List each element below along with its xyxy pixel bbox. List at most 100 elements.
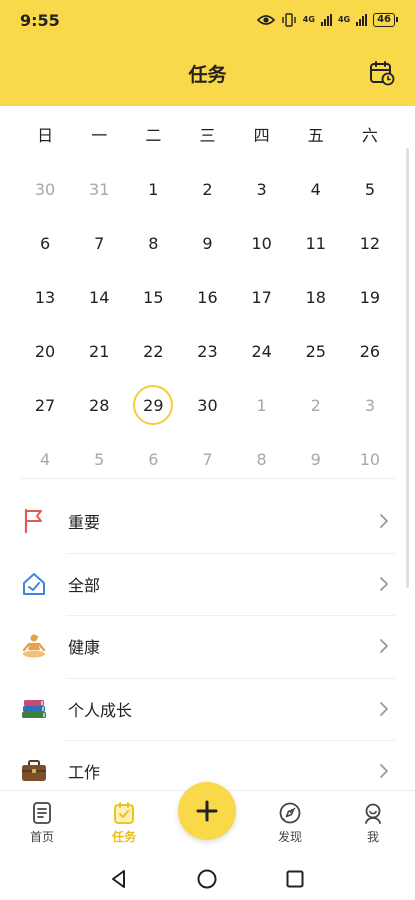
calendar-day[interactable]: 3 [235,162,289,216]
chevron-right-icon [380,701,388,716]
calendar-day[interactable]: 5 [343,162,397,216]
calendar-day[interactable]: 20 [18,324,72,378]
weekday-row: 日一二三四五六 [18,106,397,162]
calendar-day[interactable]: 24 [235,324,289,378]
calendar-day[interactable]: 1 [126,162,180,216]
calendar-day[interactable]: 2 [289,378,343,432]
calendar-day-number: 24 [251,341,272,361]
task-label: 工作 [68,763,101,783]
task-item-important[interactable]: 重要 [0,490,415,553]
weekday-label: 日 [37,126,54,145]
calendar-day-number: 23 [197,341,218,361]
nav-home[interactable]: 首页 [12,801,72,845]
task-label: 个人成长 [68,700,133,720]
calendar-day[interactable]: 22 [126,324,180,378]
calendar-day[interactable]: 4 [289,162,343,216]
network-type-1: 4G [302,15,315,24]
calendar-day-number: 5 [94,449,105,469]
calendar-day[interactable]: 10 [235,216,289,270]
calendar-day[interactable]: 6 [18,216,72,270]
calendar-day-number: 26 [359,341,381,361]
signal-icon [320,14,332,26]
calendar-day[interactable]: 8 [126,216,180,270]
weekday-label: 五 [307,126,324,145]
briefcase-icon [20,757,48,785]
calendar-clock-icon[interactable] [369,60,395,86]
calendar-day[interactable]: 3 [343,378,397,432]
calendar-day-number: 15 [143,287,164,307]
eye-icon [256,15,275,25]
calendar-day-number: 4 [310,179,321,199]
recents-icon[interactable] [284,868,306,890]
document-icon [33,802,51,824]
calendar-day[interactable]: 25 [289,324,343,378]
books-icon [20,695,48,723]
calendar-day[interactable]: 18 [289,270,343,324]
weekday-label: 三 [199,126,216,145]
calendar-day[interactable]: 1 [235,378,289,432]
chevron-right-icon [380,639,388,654]
calendar-day[interactable]: 14 [72,270,126,324]
calendar-day-number: 9 [310,449,321,469]
calendar-day[interactable]: 11 [289,216,343,270]
calendar-day[interactable]: 12 [343,216,397,270]
calendar-day[interactable]: 15 [126,270,180,324]
calendar-day[interactable]: 26 [343,324,397,378]
nav-tasks[interactable]: 任务 [94,801,154,845]
nav-tasks-label: 任务 [111,830,136,844]
home-circle-icon[interactable] [196,868,218,890]
nav-me[interactable]: 我 [343,801,403,845]
calendar-day[interactable]: 30 [180,378,234,432]
calendar-day-number: 25 [305,341,326,361]
calendar-day-number: 22 [143,341,164,361]
calendar-day-number: 20 [34,341,56,361]
calendar-day-number: 13 [34,287,56,307]
calendar-day[interactable]: 30 [18,162,72,216]
task-category-list: 重要 全部 健康 个人成长 工作 [0,490,415,803]
calendar-day-number: 3 [256,179,267,199]
add-task-button[interactable] [178,782,236,840]
chevron-right-icon [380,514,388,529]
calendar-day-number: 4 [39,449,51,469]
calendar-day-number: 29 [133,385,174,425]
calendar-day-number: 18 [305,287,326,307]
calendar-day[interactable]: 13 [18,270,72,324]
task-label: 健康 [68,638,101,658]
weekday-label: 六 [361,126,378,145]
calendar-day[interactable]: 23 [180,324,234,378]
task-item-all[interactable]: 全部 [0,552,415,616]
task-item-health[interactable]: 健康 [0,615,415,678]
meditation-icon [20,632,48,660]
calendar-day[interactable]: 27 [18,378,72,432]
plus-icon [196,800,218,822]
calendar-day-number: 6 [39,233,51,253]
flag-icon [20,507,48,535]
calendar-day[interactable]: 17 [235,270,289,324]
status-bar: 9:55 4G 4G 46 [0,0,415,40]
nav-discover[interactable]: 发现 [260,801,320,845]
home-check-icon [20,570,48,598]
calendar-day-number: 1 [256,395,267,415]
task-label: 重要 [68,513,101,533]
calendar-day[interactable]: 28 [72,378,126,432]
weekday-label: 四 [253,126,270,145]
task-item-growth[interactable]: 个人成长 [0,677,415,741]
calendar-day[interactable]: 16 [180,270,234,324]
calendar-day[interactable]: 21 [72,324,126,378]
calendar-day-number: 30 [197,395,218,415]
calendar-day-number: 27 [34,395,56,415]
calendar-day-today[interactable]: 29 [126,378,180,432]
calendar-day[interactable]: 7 [72,216,126,270]
chevron-right-icon [380,764,388,779]
weekday-label: 一 [91,126,108,145]
calendar-day-number: 17 [251,287,272,307]
calendar-day[interactable]: 31 [72,162,126,216]
calendar-day[interactable]: 9 [180,216,234,270]
back-icon[interactable] [108,868,130,890]
calendar-day[interactable]: 2 [180,162,234,216]
calendar-day-number: 10 [251,233,272,253]
calendar-day[interactable]: 19 [343,270,397,324]
system-navigation-bar [0,858,415,900]
calendar-day-number: 21 [89,341,110,361]
status-time: 9:55 [20,10,60,30]
